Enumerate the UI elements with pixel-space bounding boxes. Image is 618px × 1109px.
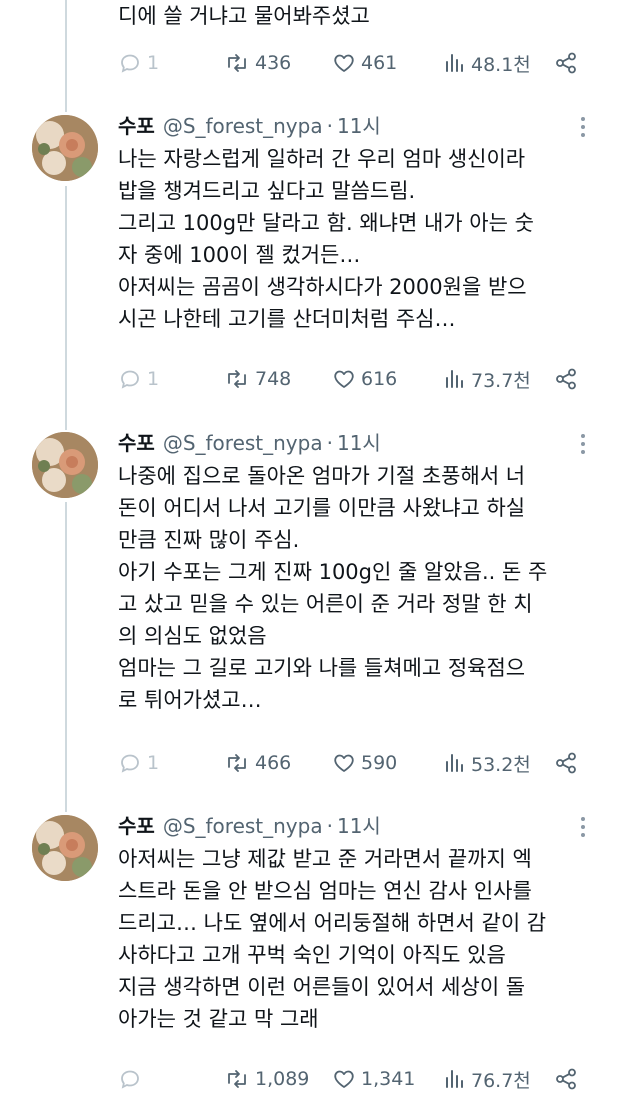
views-icon bbox=[446, 754, 463, 772]
author-name[interactable]: 수포 bbox=[118, 814, 155, 838]
like-button[interactable]: 616 bbox=[332, 364, 397, 394]
reply-button[interactable]: 1 bbox=[118, 364, 159, 394]
like-button[interactable]: 461 bbox=[332, 48, 397, 78]
tweet-text: 나는 자랑스럽게 일하러 간 우리 엄마 생신이라 밥을 챙겨드리고 싶다고 말… bbox=[118, 147, 534, 331]
reply-count: 1 bbox=[147, 52, 160, 74]
retweet-count: 748 bbox=[255, 368, 292, 390]
more-icon[interactable] bbox=[572, 430, 594, 458]
views-button[interactable]: 48.1천 bbox=[444, 48, 531, 78]
share-icon bbox=[556, 1068, 576, 1090]
tweet-header: 수포 @S_forest_nypa · 11시 bbox=[118, 112, 381, 140]
tweet-text: 아저씨는 그냥 제값 받고 준 거라면서 끝까지 엑 스트라 돈을 안 받으심 … bbox=[118, 847, 547, 1031]
retweet-count: 1,089 bbox=[255, 1068, 310, 1090]
retweet-icon bbox=[228, 370, 246, 388]
separator: · bbox=[326, 431, 333, 455]
author-name[interactable]: 수포 bbox=[118, 431, 155, 455]
retweet-icon bbox=[228, 54, 246, 72]
like-count: 616 bbox=[361, 368, 398, 390]
views-count: 48.1천 bbox=[471, 53, 531, 76]
views-button[interactable]: 53.2천 bbox=[444, 748, 531, 778]
share-icon bbox=[556, 368, 576, 390]
share-icon bbox=[556, 52, 576, 74]
views-count: 76.7천 bbox=[471, 1069, 531, 1092]
like-button[interactable]: 590 bbox=[332, 748, 397, 778]
separator: · bbox=[326, 814, 333, 838]
retweet-count: 466 bbox=[255, 752, 292, 774]
like-count: 1,341 bbox=[361, 1068, 416, 1090]
thread-line bbox=[65, 502, 67, 812]
timestamp[interactable]: 11시 bbox=[337, 814, 381, 838]
views-count: 53.2천 bbox=[471, 753, 531, 776]
avatar[interactable] bbox=[32, 115, 98, 181]
tweet-text: 나중에 집으로 돌아온 엄마가 기절 초풍해서 너 돈이 어디서 나서 고기를 … bbox=[118, 464, 548, 712]
author-name[interactable]: 수포 bbox=[118, 114, 155, 138]
views-icon bbox=[446, 370, 463, 388]
tweet-actions: 1,089 1,341 76.7천 bbox=[118, 1064, 588, 1094]
retweet-icon bbox=[228, 1070, 246, 1088]
author-handle[interactable]: @S_forest_nypa bbox=[163, 114, 323, 138]
more-icon[interactable] bbox=[572, 113, 594, 141]
reply-icon bbox=[121, 754, 139, 773]
like-button[interactable]: 1,341 bbox=[332, 1064, 415, 1094]
reply-icon bbox=[121, 1070, 139, 1089]
share-button[interactable] bbox=[554, 1064, 578, 1094]
tweet-header: 수포 @S_forest_nypa · 11시 bbox=[118, 812, 381, 840]
reply-icon bbox=[121, 54, 139, 73]
like-icon bbox=[334, 370, 354, 388]
thread-line bbox=[65, 0, 67, 112]
like-icon bbox=[334, 54, 354, 72]
reply-icon bbox=[121, 370, 139, 389]
retweet-button[interactable]: 748 bbox=[224, 364, 291, 394]
retweet-button[interactable]: 1,089 bbox=[224, 1064, 309, 1094]
tweet-header: 수포 @S_forest_nypa · 11시 bbox=[118, 429, 381, 457]
tweet-actions: 1 466 590 53.2천 bbox=[118, 748, 588, 778]
more-icon[interactable] bbox=[572, 813, 594, 841]
views-button[interactable]: 73.7천 bbox=[444, 364, 531, 394]
avatar[interactable] bbox=[32, 815, 98, 881]
previous-tweet-text: 디에 쓸 거냐고 물어봐주셨고 bbox=[118, 4, 370, 28]
views-icon bbox=[446, 54, 463, 72]
separator: · bbox=[326, 114, 333, 138]
retweet-icon bbox=[228, 754, 246, 772]
thread-line bbox=[65, 186, 67, 430]
author-handle[interactable]: @S_forest_nypa bbox=[163, 814, 323, 838]
reply-button[interactable]: 1 bbox=[118, 48, 159, 78]
share-icon bbox=[556, 752, 576, 774]
retweet-button[interactable]: 466 bbox=[224, 748, 291, 778]
views-button[interactable]: 76.7천 bbox=[444, 1064, 531, 1094]
reply-count: 1 bbox=[147, 752, 160, 774]
retweet-button[interactable]: 436 bbox=[224, 48, 291, 78]
like-icon bbox=[334, 754, 354, 772]
timestamp[interactable]: 11시 bbox=[337, 114, 381, 138]
like-count: 461 bbox=[361, 52, 398, 74]
previous-tweet-actions: 1 436 461 48.1천 bbox=[118, 48, 588, 78]
avatar[interactable] bbox=[32, 432, 98, 498]
reply-count: 1 bbox=[147, 368, 160, 390]
share-button[interactable] bbox=[554, 48, 578, 78]
author-handle[interactable]: @S_forest_nypa bbox=[163, 431, 323, 455]
share-button[interactable] bbox=[554, 364, 578, 394]
share-button[interactable] bbox=[554, 748, 578, 778]
views-count: 73.7천 bbox=[471, 369, 531, 392]
retweet-count: 436 bbox=[255, 52, 292, 74]
like-icon bbox=[334, 1070, 354, 1088]
tweet-actions: 1 748 616 73.7천 bbox=[118, 364, 588, 394]
reply-button[interactable]: 1 bbox=[118, 748, 159, 778]
timestamp[interactable]: 11시 bbox=[337, 431, 381, 455]
reply-button[interactable] bbox=[118, 1064, 147, 1094]
like-count: 590 bbox=[361, 752, 398, 774]
views-icon bbox=[446, 1070, 463, 1088]
